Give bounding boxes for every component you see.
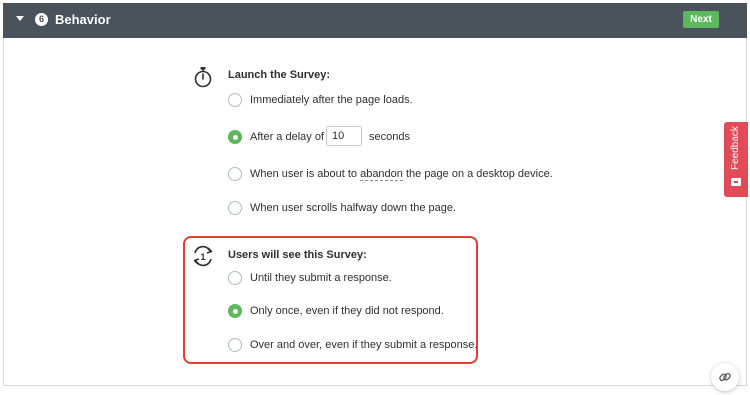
- frequency-option-until-submit-label: Until they submit a response.: [250, 272, 392, 284]
- launch-option-immediately-label: Immediately after the page loads.: [250, 94, 413, 106]
- abandon-label-suffix: the page on a desktop device.: [405, 168, 553, 180]
- launch-option-scroll-label: When user scrolls halfway down the page.: [250, 202, 457, 214]
- frequency-option-over-and-over-label: Over and over, even if they submit a res…: [250, 339, 478, 351]
- abandon-label-prefix: When user is about to: [250, 168, 358, 180]
- frequency-section-title: Users will see this Survey:: [228, 249, 367, 261]
- section-title: Behavior: [55, 12, 111, 27]
- step-number-badge: 6: [35, 13, 48, 26]
- repeat-once-icon-number: 1: [200, 252, 205, 262]
- next-button[interactable]: Next: [683, 11, 719, 28]
- frequency-option-until-submit-radio[interactable]: [228, 271, 242, 285]
- launch-option-abandon-label: When user is about to abandon the page o…: [250, 167, 553, 181]
- launch-option-abandon-radio[interactable]: [228, 167, 242, 181]
- repeat-once-icon: 1: [193, 245, 213, 267]
- copy-link-button[interactable]: [711, 363, 739, 391]
- launch-option-delay-radio[interactable]: [228, 130, 242, 144]
- launch-section-title: Launch the Survey:: [228, 69, 331, 81]
- link-icon: [719, 372, 731, 382]
- frequency-option-only-once-radio[interactable]: [228, 304, 242, 318]
- delay-seconds-input[interactable]: 10: [326, 126, 362, 146]
- launch-option-immediately-radio[interactable]: [228, 93, 242, 107]
- launch-option-scroll-radio[interactable]: [228, 201, 242, 215]
- stopwatch-icon: [194, 67, 212, 88]
- frequency-option-only-once-label: Only once, even if they did not respond.: [250, 305, 444, 317]
- section-header[interactable]: 6 Behavior: [3, 3, 747, 38]
- caret-down-icon[interactable]: [16, 16, 24, 21]
- feedback-smile-icon: [731, 178, 741, 186]
- feedback-tab-label: Feedback: [730, 126, 741, 170]
- frequency-option-over-and-over-radio[interactable]: [228, 338, 242, 352]
- feedback-tab[interactable]: Feedback: [724, 122, 748, 197]
- abandon-tooltip-term[interactable]: abandon: [360, 168, 403, 181]
- launch-option-delay-label: After a delay of: [250, 131, 324, 143]
- launch-option-delay-unit: seconds: [369, 131, 410, 143]
